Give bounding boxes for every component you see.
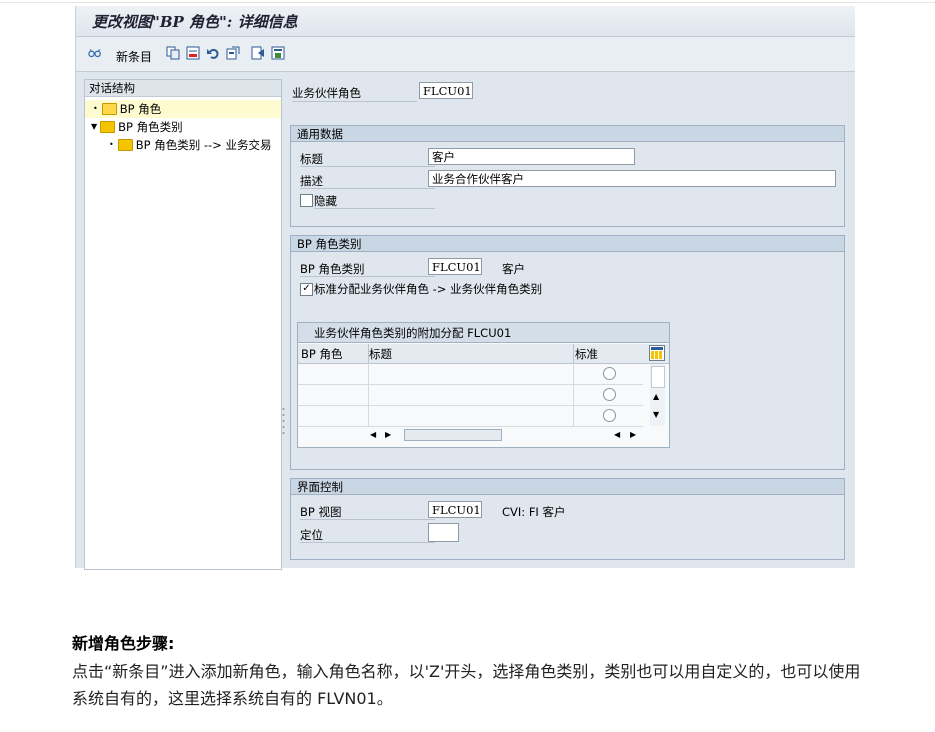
new-entry-button[interactable]: 新条目 xyxy=(116,48,152,65)
hidden-label: 隐藏 xyxy=(314,193,435,209)
tree-item-bp-role-category[interactable]: ▼ BP 角色类别 xyxy=(85,118,281,136)
page-title: 更改视图"BP 角色": 详细信息 xyxy=(92,13,298,31)
position-field[interactable] xyxy=(428,523,459,542)
folder-icon xyxy=(117,139,133,151)
standard-assignment-label: 标准分配业务伙伴角色 -> 业务伙伴角色类别 xyxy=(314,282,543,296)
bp-view-label: BP 视图 xyxy=(300,504,435,520)
additional-assignment-table: 业务伙伴角色类别的附加分配 FLCU01 BP 角色 标题 标准 ▲ ▼ ◀ ▶… xyxy=(297,322,670,448)
steps-heading: 新增角色步骤: xyxy=(72,634,175,653)
table-row[interactable] xyxy=(298,363,643,385)
bp-view-text: CVI: FI 客户 xyxy=(502,505,566,519)
select-all-icon[interactable] xyxy=(226,46,240,60)
general-data-header: 通用数据 xyxy=(291,126,844,142)
dialog-structure-header: 对话结构 xyxy=(85,80,281,97)
sap-window: 更改视图"BP 角色": 详细信息 新条目 对话结构 • BP 角色 ▼ BP … xyxy=(75,6,855,570)
copy-icon[interactable] xyxy=(166,46,180,60)
ui-control-header: 界面控制 xyxy=(291,479,844,495)
prev-entry-icon[interactable] xyxy=(251,46,265,60)
standard-assignment-checkbox[interactable]: ✓ xyxy=(300,283,313,296)
bullet-icon: • xyxy=(93,104,98,113)
next-entry-icon[interactable] xyxy=(271,46,285,60)
scroll-left-icon[interactable]: ◀ xyxy=(614,430,620,439)
folder-icon xyxy=(100,121,116,133)
role-category-field[interactable]: FLCU01 xyxy=(428,258,482,275)
scroll-thumb[interactable] xyxy=(404,429,502,441)
scroll-right-icon[interactable]: ▶ xyxy=(385,430,391,439)
hidden-checkbox[interactable] xyxy=(300,194,313,207)
position-label: 定位 xyxy=(300,527,435,543)
scroll-down-icon[interactable]: ▼ xyxy=(653,410,659,419)
column-header-standard[interactable]: 标准 xyxy=(575,346,598,362)
bp-role-label: 业务伙伴角色 xyxy=(292,85,417,102)
description-label: 描述 xyxy=(300,173,435,189)
dialog-structure-pane: 对话结构 • BP 角色 ▼ BP 角色类别 • BP 角色类别 --> 业务交… xyxy=(84,79,282,570)
steps-body: 点击“新条目”进入添加新角色，输入角色名称，以'Z'开头，选择角色类别，类别也可… xyxy=(72,662,861,708)
delete-icon[interactable] xyxy=(186,46,200,60)
title-bar: 更改视图"BP 角色": 详细信息 xyxy=(76,6,855,37)
description-field[interactable]: 业务合作伙伴客户 xyxy=(428,170,836,187)
standard-radio[interactable] xyxy=(603,367,616,380)
horizontal-scrollbar[interactable]: ◀ ▶ ◀ ▶ xyxy=(368,428,648,443)
scroll-left-icon[interactable]: ◀ xyxy=(370,430,376,439)
toolbar: 新条目 xyxy=(76,37,855,72)
ui-control-group: 界面控制 BP 视图 FLCU01 CVI: FI 客户 定位 xyxy=(290,478,845,560)
scroll-up-icon[interactable]: ▲ xyxy=(653,392,659,401)
standard-radio[interactable] xyxy=(603,388,616,401)
role-category-label: BP 角色类别 xyxy=(300,261,435,277)
table-header-row: BP 角色 标题 标准 xyxy=(298,344,669,364)
expand-triangle-icon[interactable]: ▼ xyxy=(91,118,97,136)
undo-icon[interactable] xyxy=(206,46,220,60)
scroll-right-icon[interactable]: ▶ xyxy=(630,430,636,439)
glasses-icon[interactable] xyxy=(88,46,102,60)
pane-splitter[interactable] xyxy=(282,406,285,436)
table-title: 业务伙伴角色类别的附加分配 FLCU01 xyxy=(298,323,669,343)
standard-radio[interactable] xyxy=(603,409,616,422)
column-settings-icon[interactable] xyxy=(649,345,665,361)
column-header-title[interactable]: 标题 xyxy=(369,346,392,362)
bp-role-field[interactable]: FLCU01 xyxy=(419,82,473,99)
tree-item-category-business-transaction[interactable]: • BP 角色类别 --> 业务交易 xyxy=(85,136,281,154)
general-data-group: 通用数据 标题 客户 描述 业务合作伙伴客户 隐藏 xyxy=(290,125,845,227)
column-header-bp-role[interactable]: BP 角色 xyxy=(301,346,342,362)
page-top-divider xyxy=(0,2,935,3)
bp-role-category-group: BP 角色类别 BP 角色类别 FLCU01 客户 ✓ 标准分配业务伙伴角色 -… xyxy=(290,235,845,470)
table-row[interactable] xyxy=(298,384,643,406)
title-field[interactable]: 客户 xyxy=(428,148,635,165)
folder-open-icon xyxy=(101,103,117,115)
table-row[interactable] xyxy=(298,405,643,427)
role-category-text: 客户 xyxy=(502,262,525,276)
tree-item-bp-role[interactable]: • BP 角色 xyxy=(85,100,281,118)
bp-role-category-header: BP 角色类别 xyxy=(291,236,844,252)
bullet-icon: • xyxy=(109,140,114,149)
bp-view-field[interactable]: FLCU01 xyxy=(428,501,482,518)
vertical-scrollbar[interactable]: ▲ ▼ xyxy=(650,364,665,426)
title-label: 标题 xyxy=(300,151,435,167)
